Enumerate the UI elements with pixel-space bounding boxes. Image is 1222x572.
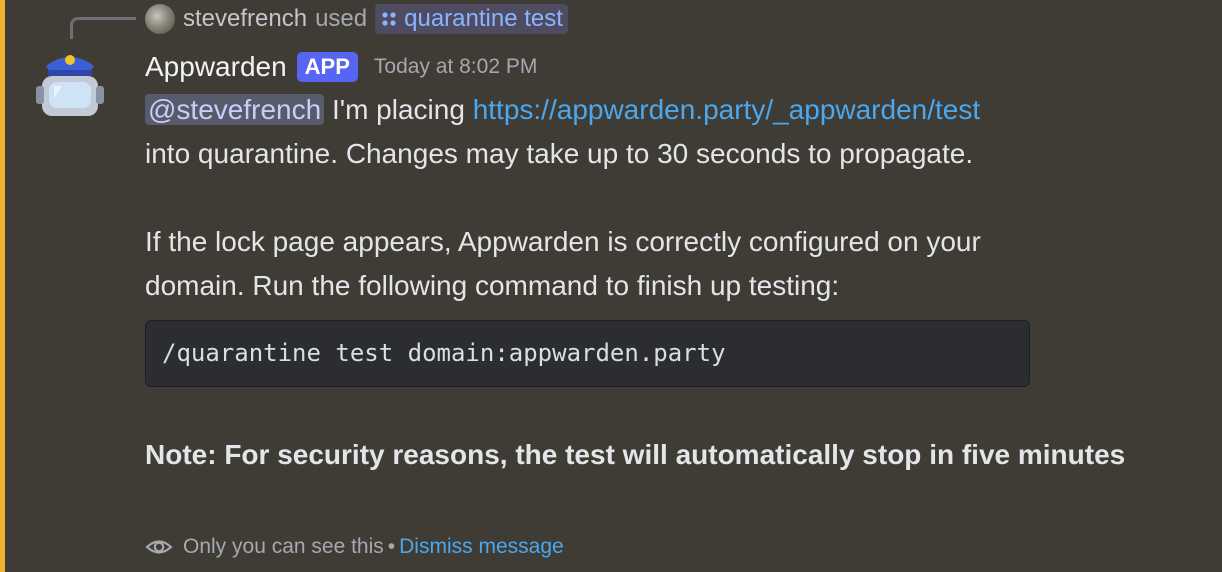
dismiss-message-link[interactable]: Dismiss message [399, 535, 564, 559]
command-reply-context[interactable]: stevefrench used quarantine test [145, 2, 568, 36]
app-tag-badge: APP [296, 52, 358, 82]
reply-avatar[interactable] [145, 4, 175, 34]
security-note: Note: For security reasons, the test wil… [145, 439, 1126, 470]
eye-icon [145, 540, 173, 554]
police-robot-avatar[interactable] [32, 46, 108, 122]
command-code-block: /quarantine test domain:appwarden.party [145, 320, 1030, 387]
reply-used-text: used [315, 5, 368, 32]
user-mention[interactable]: @stevefrench [145, 94, 325, 125]
ephemeral-notice: Only you can see this • Dismiss message [145, 533, 564, 561]
slash-command-icon [382, 12, 396, 26]
reply-username[interactable]: stevefrench [183, 5, 307, 33]
command-pill[interactable]: quarantine test [375, 4, 568, 34]
message-container: stevefrench used quarantine test Appward… [0, 0, 1222, 572]
test-url-link[interactable]: https://appwarden.party/_appwarden/test [473, 94, 980, 125]
message-content: @stevefrench I'm placing https://appward… [145, 88, 1195, 308]
message-timestamp[interactable]: Today at 8:02 PM [374, 55, 537, 79]
author-name[interactable]: Appwarden [145, 51, 287, 83]
separator-dot: • [387, 535, 396, 558]
content-line-3: If the lock page appears, Appwarden is c… [145, 226, 981, 257]
content-line-1: @stevefrench I'm placing https://appward… [145, 88, 1195, 132]
content-line-4: domain. Run the following command to fin… [145, 270, 840, 301]
message-header: Appwarden APP Today at 8:02 PM [145, 50, 537, 84]
content-text-before-link: I'm placing [324, 94, 473, 125]
mention-highlight-bar [0, 0, 5, 572]
reply-spine [70, 17, 136, 39]
content-line-2: into quarantine. Changes may take up to … [145, 138, 974, 169]
ephemeral-text: Only you can see this [183, 535, 384, 558]
command-name: quarantine test [404, 5, 563, 32]
